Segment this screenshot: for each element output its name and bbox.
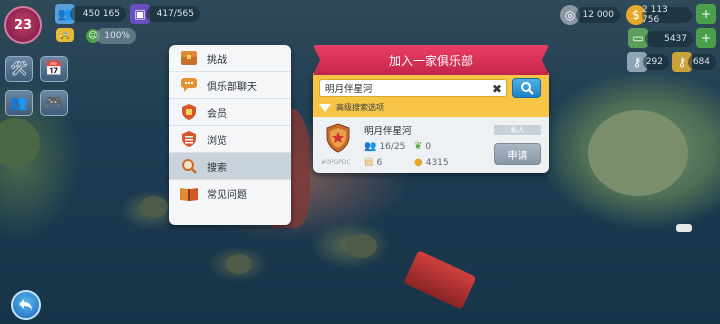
- menu-item-browse[interactable]: 浏览: [169, 126, 291, 153]
- chat-bubble-icon: [179, 75, 199, 95]
- list-icon: [179, 129, 199, 149]
- storage-counter[interactable]: 417/565: [146, 6, 200, 22]
- silver-counter[interactable]: 12 000: [576, 7, 620, 23]
- leaf-icon: ❦: [414, 141, 423, 152]
- panel-title-ribbon: 加入一家俱乐部: [313, 45, 549, 75]
- cash-counter[interactable]: 5437: [645, 31, 693, 47]
- gamepad-icon: 🎮: [45, 95, 63, 111]
- members-icon: [179, 102, 199, 122]
- people-icon: 👥: [364, 141, 377, 152]
- tools-icon: 🛠: [10, 61, 28, 77]
- apply-button[interactable]: 申请: [494, 143, 541, 165]
- coin-icon: ●: [414, 157, 423, 168]
- club-type-badge: 私人: [494, 125, 541, 135]
- advanced-search-toggle[interactable]: 高级搜索选项: [319, 102, 384, 113]
- add-currency-icon[interactable]: +: [696, 4, 716, 24]
- boat: [403, 250, 477, 310]
- magnifier-icon: [179, 156, 199, 176]
- happiness-meter[interactable]: 100%: [96, 28, 136, 44]
- calendar-icon: 📅: [45, 61, 63, 77]
- social-button[interactable]: 👥: [5, 90, 33, 116]
- rank-stat: ▤ 6: [364, 157, 383, 168]
- panel-body: 明月伴星河 ✖ 高级搜索选项 #0PGPDC 明月伴星河 👥 16/25 ❦ 0…: [313, 73, 549, 173]
- join-club-panel: 明月伴星河 ✖ 高级搜索选项 #0PGPDC 明月伴星河 👥 16/25 ❦ 0…: [313, 45, 549, 173]
- club-shield-icon: [326, 123, 350, 153]
- trophy-icon: ▤: [364, 157, 374, 168]
- boat: [676, 224, 692, 232]
- add-cash-icon[interactable]: +: [696, 28, 716, 48]
- island-small: [226, 254, 252, 274]
- club-id: #0PGPDC: [321, 159, 351, 166]
- coins-stat: ● 4315: [414, 157, 449, 168]
- menu-item-search[interactable]: 搜索: [169, 153, 291, 180]
- calendar-button[interactable]: 📅: [40, 56, 68, 82]
- back-button[interactable]: [11, 290, 41, 320]
- menu-item-faq[interactable]: 常见问题: [169, 180, 291, 207]
- menu-item-members[interactable]: 会员: [169, 99, 291, 126]
- points-stat: ❦ 0: [414, 141, 432, 152]
- island-small: [345, 234, 377, 258]
- island-resort: [588, 110, 688, 196]
- game-controller-button[interactable]: 🎮: [40, 90, 68, 116]
- taxi-icon: 🚕: [56, 28, 74, 42]
- coins-counter[interactable]: 2 113 756: [642, 5, 692, 25]
- build-tools-button[interactable]: 🛠: [5, 56, 33, 82]
- golden-keys-counter[interactable]: 292: [643, 54, 669, 70]
- level-badge[interactable]: 23: [4, 6, 42, 44]
- club-result-card[interactable]: #0PGPDC 明月伴星河 👥 16/25 ❦ 0 ▤ 6 ● 4315 私人 …: [313, 117, 549, 173]
- search-button[interactable]: [512, 78, 541, 98]
- level-value: 23: [13, 17, 33, 33]
- club-menu: 挑战 俱乐部聊天 会员 浏览 搜索 常见问题: [169, 45, 291, 225]
- platinum-keys-counter[interactable]: 684: [688, 54, 716, 70]
- island-left: [0, 118, 40, 168]
- back-arrow-icon: [19, 299, 32, 311]
- members-stat: 👥 16/25: [364, 141, 406, 152]
- island-small: [140, 196, 168, 218]
- search-section: 明月伴星河 ✖ 高级搜索选项: [313, 73, 549, 117]
- panel-title: 加入一家俱乐部: [388, 53, 473, 68]
- people-icon: 👥: [10, 95, 28, 111]
- triangle-down-icon: [319, 103, 331, 112]
- population-counter[interactable]: 450 165: [70, 6, 126, 22]
- club-search-input[interactable]: 明月伴星河 ✖: [319, 79, 507, 97]
- chest-icon: [179, 48, 199, 68]
- club-name: 明月伴星河: [364, 126, 412, 137]
- book-icon: [179, 184, 199, 204]
- menu-item-club-chat[interactable]: 俱乐部聊天: [169, 72, 291, 99]
- clear-icon[interactable]: ✖: [492, 82, 502, 96]
- menu-item-challenges[interactable]: 挑战: [169, 45, 291, 72]
- search-icon: [520, 82, 534, 95]
- advanced-search-label: 高级搜索选项: [336, 103, 384, 112]
